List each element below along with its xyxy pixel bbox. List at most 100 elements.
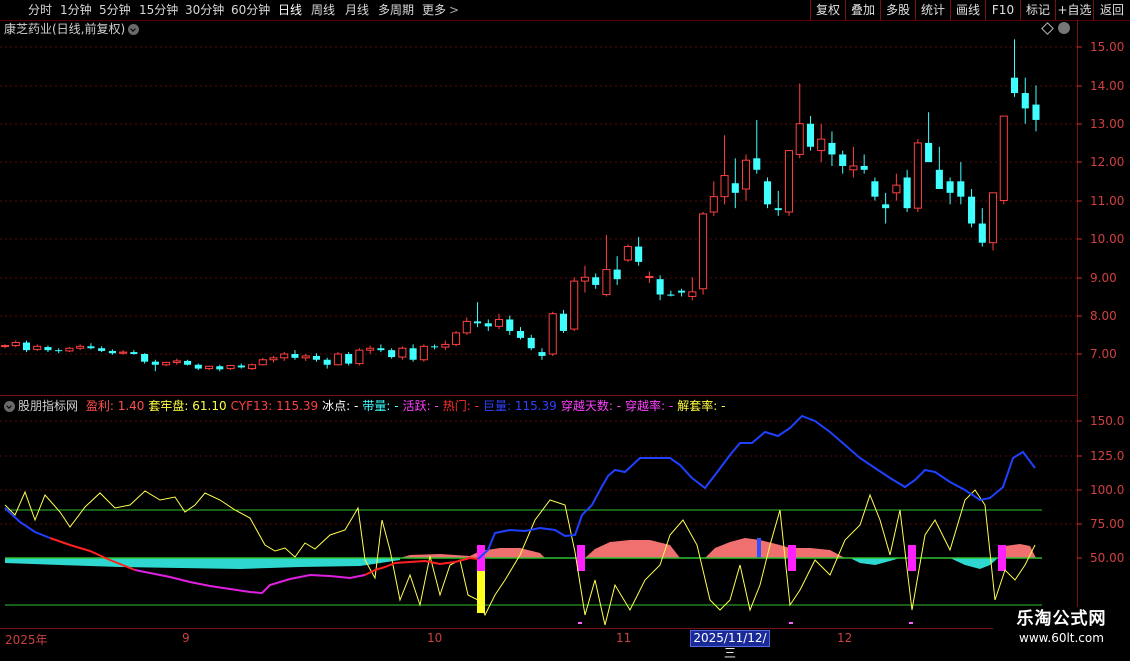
candle-down: [828, 142, 836, 155]
candle-up: [226, 365, 235, 370]
candle-down: [559, 313, 568, 331]
indicator-tick: 125.0: [1090, 449, 1124, 463]
main-pane-title: 康芝药业(日线,前复权): [4, 22, 140, 36]
candle-down: [860, 165, 868, 170]
candle-up: [76, 345, 85, 349]
candle-up: [645, 275, 654, 278]
price-tick: 9.00: [1090, 271, 1117, 285]
candle-up: [355, 349, 364, 365]
x-axis-label: 11: [616, 631, 632, 645]
indicator-field: 带量: -: [362, 399, 399, 413]
indicator-field: 活跃: -: [402, 399, 439, 413]
watermark: 乐淘公式网 www.60lt.com: [993, 607, 1130, 650]
price-tick: 10.00: [1090, 232, 1124, 246]
candle-up: [247, 364, 257, 370]
candle-down: [216, 366, 224, 370]
candle-up: [849, 165, 858, 171]
price-tick: 11.00: [1090, 194, 1124, 208]
cyan-area: [850, 558, 900, 565]
candle-up: [452, 332, 461, 345]
indicator-tick: 150.0: [1090, 414, 1124, 428]
candle-up: [119, 351, 128, 354]
chevron-down-icon[interactable]: [4, 401, 15, 412]
candle-down: [55, 350, 63, 352]
indicator-field: 巨量: 115.39: [482, 399, 557, 413]
blue-trend-line: [477, 414, 1036, 560]
candle-down: [506, 319, 514, 331]
candle-down: [473, 321, 482, 324]
candle-up: [333, 353, 342, 366]
salmon-area: [705, 538, 845, 558]
candle-down: [184, 360, 192, 365]
candle-down: [635, 246, 643, 262]
candle-down: [151, 361, 159, 365]
candle-up: [999, 115, 1008, 201]
candle-down: [978, 223, 986, 243]
candle-up: [570, 280, 579, 330]
candle-up: [988, 192, 998, 244]
candle-down: [130, 352, 138, 354]
candle-down: [44, 347, 52, 351]
price-tick: 14.00: [1090, 79, 1124, 93]
candle-up: [548, 313, 557, 355]
candle-up: [720, 175, 729, 198]
price-tick: 7.00: [1090, 347, 1117, 361]
indicator-field: 解套率: -: [677, 399, 726, 413]
candle-up: [795, 123, 804, 155]
price-tick: 8.00: [1090, 309, 1117, 323]
candle-up: [366, 347, 375, 351]
cyan-area: [5, 558, 400, 569]
candle-down: [388, 350, 396, 358]
candle-down: [323, 359, 331, 365]
candle-up: [11, 341, 20, 347]
candle-up: [817, 138, 826, 152]
price-axis: 15.00 14.00 13.00 12.00 11.00 10.00 9.00…: [1077, 40, 1124, 361]
x-axis-label: 9: [182, 631, 190, 645]
collapse-circle-icon[interactable]: [1058, 22, 1070, 34]
blue-line-start: [4, 507, 51, 539]
candle-up: [258, 359, 267, 366]
chart-area[interactable]: 15.00 14.00 13.00 12.00 11.00 10.00 9.00…: [0, 0, 1130, 650]
blue-marker: [757, 538, 761, 558]
x-axis-label: 2025年: [5, 633, 48, 647]
indicator-field: 盈利: 1.40: [85, 399, 145, 413]
candle-down: [731, 183, 739, 193]
indicator-field: 套牢盘: 61.10: [148, 399, 227, 413]
indicator-field: 热门: -: [442, 399, 479, 413]
chevron-down-icon[interactable]: [128, 24, 140, 35]
indicator-axis: 150.0 125.0 100.0 75.00 50.00: [1077, 414, 1124, 565]
indicator-fields: 盈利: 1.40 套牢盘: 61.10 CYF13: 115.39 冰点: - 带量: …: [86, 399, 730, 413]
price-tick: 13.00: [1090, 117, 1124, 131]
candle-up: [580, 276, 589, 282]
candle-down: [1032, 104, 1040, 120]
watermark-title: 乐淘公式网: [1016, 609, 1107, 629]
candle-down: [903, 177, 911, 209]
candle-down: [882, 204, 890, 209]
candle-down: [946, 181, 954, 193]
candle-down: [345, 354, 353, 364]
candle-up: [602, 269, 611, 296]
indicator-field: 冰点: -: [322, 399, 359, 413]
candle-down: [312, 355, 320, 360]
candlestick-series: [0, 39, 1040, 372]
candle-up: [623, 246, 632, 261]
candle-down: [291, 354, 299, 358]
candle-down: [527, 337, 535, 349]
candle-up: [784, 150, 794, 213]
candle-up: [688, 291, 697, 297]
indicator-legend: 股朋指标网 盈利: 1.40 套牢盘: 61.10 CYF13: 115.39 冰点:…: [4, 399, 733, 413]
candle-down: [22, 342, 31, 351]
candle-up: [172, 360, 181, 363]
candle-up: [398, 347, 407, 358]
x-axis-label: 10: [427, 631, 443, 645]
candle-up: [892, 184, 901, 194]
candle-down: [194, 364, 202, 369]
candle-up: [699, 213, 708, 290]
candle-down: [871, 181, 879, 197]
candle-down: [935, 169, 943, 189]
candle-up: [462, 320, 471, 334]
stock-title: 康芝药业(日线,前复权): [4, 22, 126, 36]
magenta-line-segment: [134, 569, 366, 595]
candle-down: [484, 323, 492, 327]
candle-down: [87, 346, 95, 349]
